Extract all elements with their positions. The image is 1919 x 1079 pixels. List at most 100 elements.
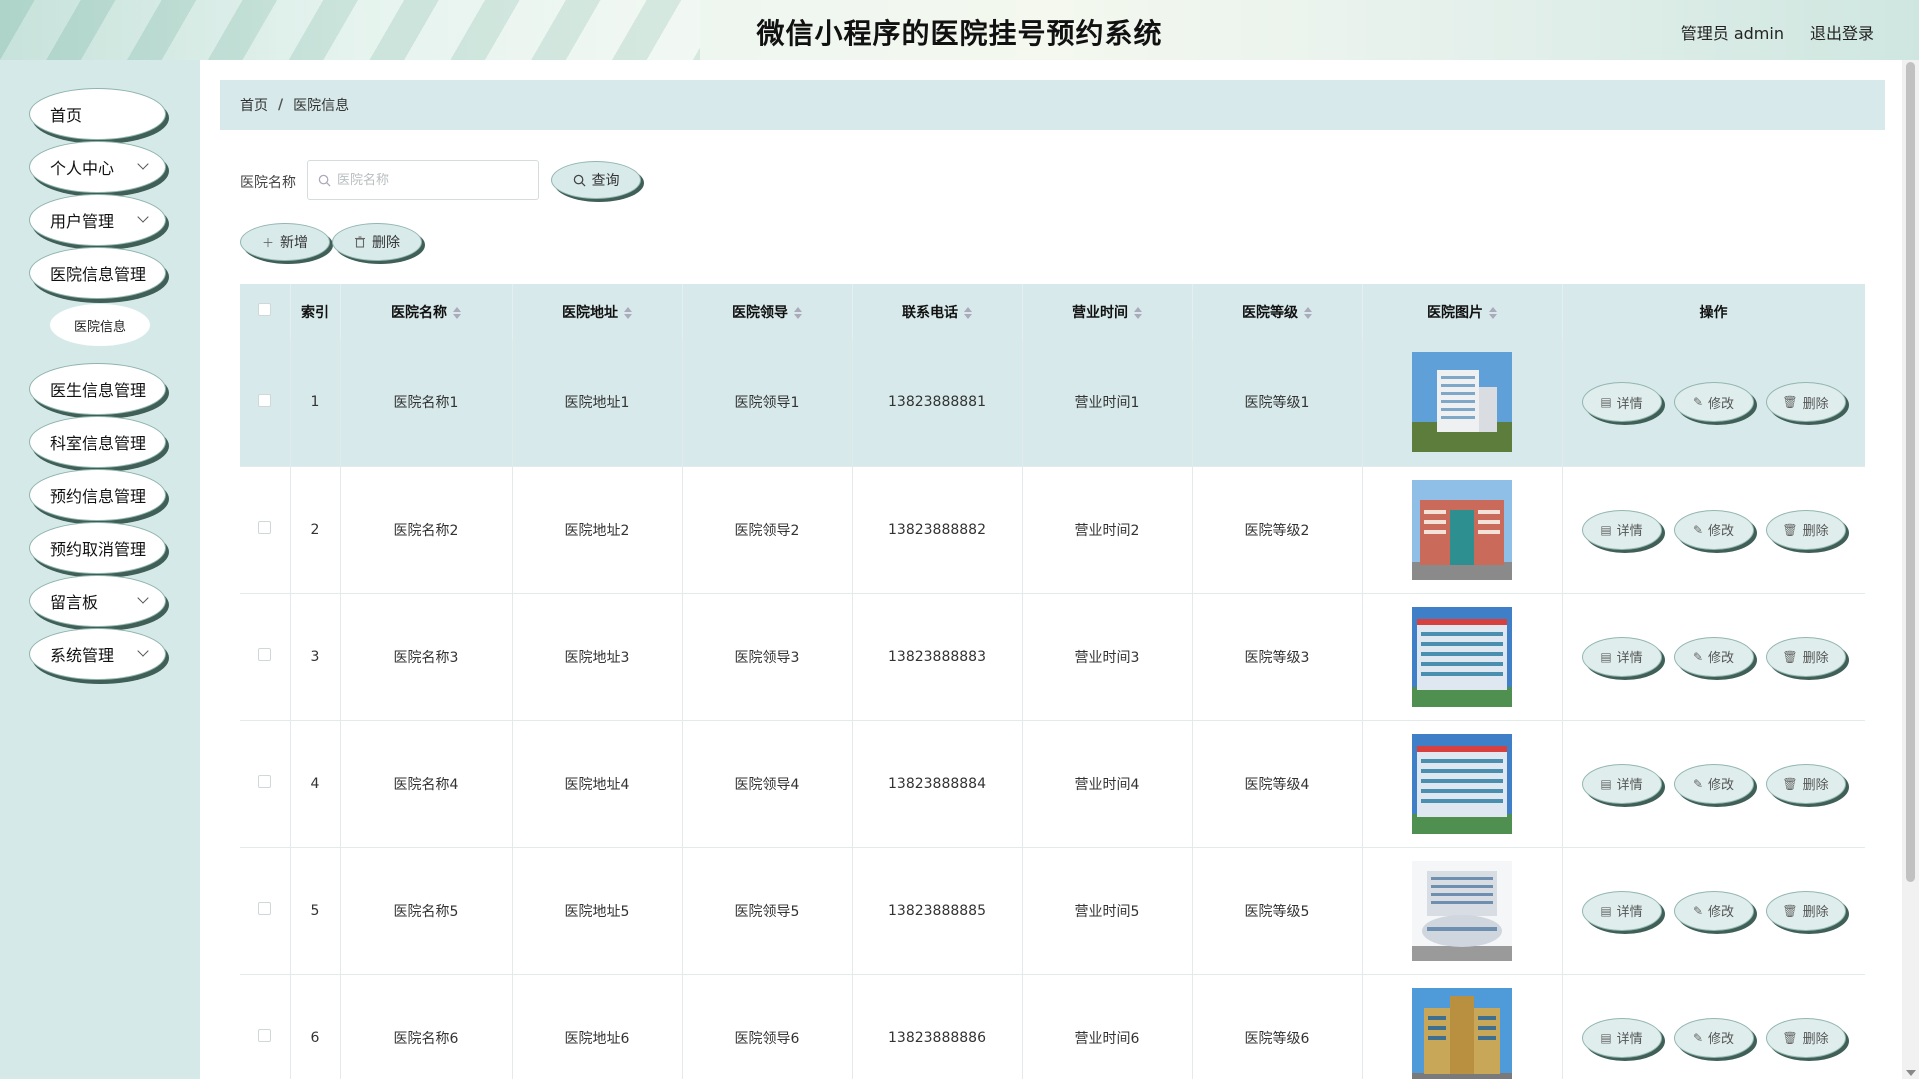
pencil-icon: ✎ [1692,649,1704,664]
sidebar-item-label: 医生信息管理 [50,381,147,400]
row-checkbox[interactable] [258,648,272,661]
col-header-image[interactable]: 医院图片 [1362,284,1563,339]
cell-index: 2 [290,466,341,594]
detail-button[interactable]: ▤ 详情 [1581,1017,1662,1058]
scrollbar-thumb[interactable] [1906,62,1915,882]
sidebar-item-doctor-management[interactable]: 医生信息管理 [29,363,166,415]
sidebar-item-department-management[interactable]: 科室信息管理 [29,416,166,468]
cell-leader: 医院领导1 [682,339,853,467]
detail-label: 详情 [1616,651,1643,666]
sidebar-item-hospital-management[interactable]: 医院信息管理 [29,247,166,299]
cell-actions: ▤ 详情 ✎ 修改 🗑 删除 [1562,593,1865,721]
edit-label: 修改 [1708,905,1735,920]
edit-button[interactable]: ✎ 修改 [1673,509,1754,550]
sidebar-item-appointment-management[interactable]: 预约信息管理 [29,469,166,521]
logout-button[interactable]: 退出登录 [1810,20,1874,44]
delete-button[interactable]: 🗑 删除 [1765,636,1846,677]
col-header-leader[interactable]: 医院领导 [682,284,853,339]
pencil-icon: ✎ [1692,1030,1704,1045]
col-header-hours[interactable]: 营业时间 [1022,284,1193,339]
sidebar-item-home[interactable]: 首页 [29,88,166,140]
col-header-phone[interactable]: 联系电话 [852,284,1023,339]
sort-icon[interactable] [1134,306,1142,319]
table-row[interactable]: 3 医院名称3 医院地址3 医院领导3 13823888883 营业时间3 医院… [240,593,1865,721]
col-header-index: 索引 [290,284,341,339]
search-button[interactable]: 查询 [551,161,641,199]
cell-address: 医院地址2 [512,466,683,594]
document-icon: ▤ [1600,395,1612,410]
sidebar-item-label: 系统管理 [50,646,115,665]
row-checkbox[interactable] [258,393,272,407]
search-icon [573,174,586,187]
add-button[interactable]: ＋ 新增 [240,223,330,261]
table-row[interactable]: 1 医院名称1 医院地址1 医院领导1 13823888881 营业时间1 医院… [240,339,1865,467]
cell-leader: 医院领导4 [682,720,853,848]
cell-name: 医院名称5 [340,847,513,975]
sidebar-item-message-board[interactable]: 留言板 [29,575,166,627]
col-header-address[interactable]: 医院地址 [512,284,683,339]
edit-button[interactable]: ✎ 修改 [1673,382,1754,423]
sidebar-item-label: 用户管理 [50,212,115,231]
trash-icon: 🗑 [1782,395,1798,410]
delete-button[interactable]: 🗑 删除 [1765,1017,1846,1058]
sidebar-item-user-management[interactable]: 用户管理 [29,194,166,246]
row-checkbox[interactable] [258,775,272,788]
breadcrumb-home[interactable]: 首页 [240,95,268,115]
sort-icon[interactable] [964,306,972,319]
sidebar-item-personal-center[interactable]: 个人中心 [29,141,166,193]
scroll-down-arrow-icon[interactable] [1906,1070,1916,1076]
detail-button[interactable]: ▤ 详情 [1581,509,1662,550]
detail-button[interactable]: ▤ 详情 [1581,890,1662,931]
table-row[interactable]: 2 医院名称2 医院地址2 医院领导2 13823888882 营业时间2 医院… [240,466,1865,594]
user-label[interactable]: 管理员 admin [1681,20,1784,44]
edit-button[interactable]: ✎ 修改 [1673,636,1754,677]
sidebar-item-label: 预约信息管理 [50,487,147,506]
delete-button[interactable]: 🗑 删除 [1765,890,1846,931]
detail-button[interactable]: ▤ 详情 [1581,382,1662,423]
col-header-level[interactable]: 医院等级 [1192,284,1363,339]
pencil-icon: ✎ [1692,395,1704,410]
sort-icon[interactable] [453,306,461,319]
select-all-checkbox[interactable] [258,303,272,316]
detail-button[interactable]: ▤ 详情 [1581,636,1662,677]
delete-label: 删除 [1802,1032,1829,1047]
sort-icon[interactable] [1304,306,1312,319]
cell-hours: 营业时间2 [1022,466,1193,594]
edit-button[interactable]: ✎ 修改 [1673,1017,1754,1058]
row-checkbox[interactable] [258,902,272,915]
page-scrollbar[interactable] [1902,60,1919,1079]
sidebar-item-label: 首页 [50,106,83,125]
delete-button[interactable]: 🗑 删除 [1765,509,1846,550]
cell-name: 医院名称1 [340,339,513,467]
table-row[interactable]: 4 医院名称4 医院地址4 医院领导4 13823888884 营业时间4 医院… [240,720,1865,848]
row-checkbox-cell [240,593,291,721]
sort-icon[interactable] [794,306,802,319]
table-row[interactable]: 6 医院名称6 医院地址6 医院领导6 13823888886 营业时间6 医院… [240,974,1865,1079]
search-input[interactable] [337,172,527,188]
trash-icon: 🗑 [1782,903,1798,918]
cell-hours: 营业时间1 [1022,339,1193,467]
edit-button[interactable]: ✎ 修改 [1673,763,1754,804]
col-header-name[interactable]: 医院名称 [340,284,513,339]
trash-icon: 🗑 [1782,649,1798,664]
row-checkbox[interactable] [258,1029,272,1042]
col-header-label: 营业时间 [1072,304,1128,321]
table-row[interactable]: 5 医院名称5 医院地址5 医院领导5 13823888885 营业时间5 医院… [240,847,1865,975]
delete-button[interactable]: 🗑 删除 [1765,382,1846,423]
sidebar-item-label: 留言板 [50,593,99,612]
detail-button[interactable]: ▤ 详情 [1581,763,1662,804]
sidebar-item-system-management[interactable]: 系统管理 [29,628,166,680]
sidebar-subitem-hospital-info[interactable]: 医院信息 [50,304,150,346]
sort-icon[interactable] [1489,306,1497,319]
search-field[interactable] [307,160,539,200]
cell-name: 医院名称6 [340,974,513,1079]
batch-delete-button[interactable]: 删除 [332,223,422,261]
sort-icon[interactable] [624,306,632,319]
table-header-row: 索引 医院名称 医院地址 医院领导 联系电话 营业时间 医院等级 医院图片 操作 [240,284,1865,339]
delete-button[interactable]: 🗑 删除 [1765,763,1846,804]
row-checkbox[interactable] [258,521,272,534]
row-checkbox-cell [240,720,291,848]
cell-level: 医院等级6 [1192,974,1363,1079]
sidebar-item-cancel-management[interactable]: 预约取消管理 [29,522,166,574]
edit-button[interactable]: ✎ 修改 [1673,890,1754,931]
